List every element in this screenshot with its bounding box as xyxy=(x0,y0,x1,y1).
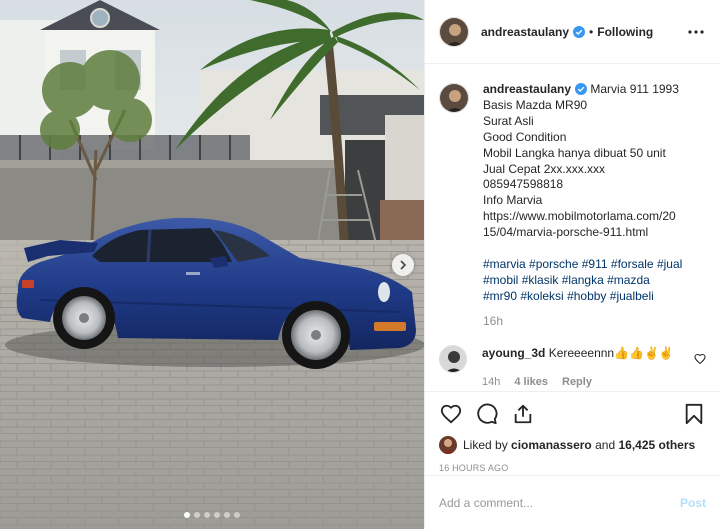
header-separator: • xyxy=(589,24,594,39)
caption-link: 15/04/marvia-porsche-911.html xyxy=(483,225,649,240)
hashtag-line: #marvia #porsche #911 #forsale #jual xyxy=(483,257,682,273)
verified-badge-icon xyxy=(573,25,586,38)
header-username[interactable]: andreastaulany xyxy=(481,25,569,39)
avatar[interactable] xyxy=(439,83,469,113)
comment-likes[interactable]: 4 likes xyxy=(514,374,548,390)
post-actions: Liked by ciomanassero and 16,425 others … xyxy=(425,391,720,529)
share-button[interactable] xyxy=(511,402,535,426)
comment-username[interactable]: ayoung_3d xyxy=(482,346,545,360)
carousel-dot xyxy=(194,512,200,518)
caption-line: Good Condition xyxy=(483,129,567,144)
chevron-right-icon xyxy=(400,260,407,270)
caption: andreastaulany Marvia 911 1993 Basis Maz… xyxy=(439,82,706,330)
action-icons xyxy=(425,392,720,436)
next-slide-button[interactable] xyxy=(392,254,414,276)
caption-line: Marvia 911 1993 xyxy=(590,82,679,96)
caption-line: Surat Asli xyxy=(483,113,534,128)
hashtag-link[interactable]: #forsale xyxy=(611,257,654,271)
carousel-dot xyxy=(224,512,230,518)
hashtag-link[interactable]: #koleksi xyxy=(520,289,563,303)
comment-item: ayoung_3d Kereeeennn👍👍✌✌ 14h 4 likes Rep… xyxy=(439,344,706,390)
carousel-dot xyxy=(184,512,190,518)
post-date[interactable]: 16 HOURS AGO xyxy=(425,454,720,473)
liker-username[interactable]: ciomanassero xyxy=(511,438,592,452)
post-photo[interactable] xyxy=(0,0,424,529)
hashtag-link[interactable]: #hobby xyxy=(567,289,606,303)
save-button[interactable] xyxy=(682,402,706,426)
post-comment-button[interactable]: Post xyxy=(680,496,706,510)
hashtag-link[interactable]: #911 xyxy=(582,257,608,271)
following-button[interactable]: Following xyxy=(597,25,653,39)
heart-icon xyxy=(440,404,462,424)
comment-body: ayoung_3d Kereeeennn👍👍✌✌ 14h 4 likes Rep… xyxy=(482,345,674,390)
likes-count[interactable]: 16,425 others xyxy=(618,438,695,452)
carousel-dot xyxy=(204,512,210,518)
carousel-dot xyxy=(234,512,240,518)
caption-line: Info Marvia xyxy=(483,193,543,208)
caption-link: https://www.mobilmotorlama.com/20 xyxy=(483,209,676,224)
more-options-icon xyxy=(688,29,704,34)
hashtags: #marvia #porsche #911 #forsale #jual #mob… xyxy=(483,257,682,305)
comment-input[interactable] xyxy=(439,495,672,510)
caption-line: Basis Mazda MR90 xyxy=(483,97,588,112)
carousel-dot xyxy=(214,512,220,518)
comment-button[interactable] xyxy=(475,402,499,426)
caption-timestamp[interactable]: 16h xyxy=(483,314,682,330)
likes-summary: Liked by ciomanassero and 16,425 others xyxy=(425,436,720,454)
car-photo-image xyxy=(0,0,424,529)
hashtag-link[interactable]: #jualbeli xyxy=(610,289,654,303)
hashtag-line: #mobil #klasik #langka #mazda xyxy=(483,273,682,289)
hashtag-link[interactable]: #mr90 xyxy=(483,289,517,303)
post-header: andreastaulany • Following xyxy=(425,0,720,64)
caption-line: Jual Cepat 2xx.xxx.xxx xyxy=(483,161,606,176)
more-options-button[interactable] xyxy=(686,22,706,42)
hashtag-link[interactable]: #mobil xyxy=(483,273,518,287)
post-details-panel: andreastaulany • Following andreastaulan… xyxy=(424,0,720,529)
comment-bubble-icon xyxy=(477,403,498,425)
bookmark-icon xyxy=(685,403,703,425)
add-comment-bar: Post xyxy=(425,475,720,529)
caption-username[interactable]: andreastaulany xyxy=(483,82,571,96)
comment-meta: 14h 4 likes Reply xyxy=(482,374,674,390)
share-icon xyxy=(514,404,532,424)
hashtag-line: #mr90 #koleksi #hobby #jualbeli xyxy=(483,289,682,305)
carousel-dots xyxy=(0,512,424,518)
caption-line: Mobil Langka hanya dibuat 50 unit xyxy=(483,145,666,160)
reply-button[interactable]: Reply xyxy=(562,374,592,390)
hashtag-link[interactable]: #mazda xyxy=(607,273,650,287)
like-button[interactable] xyxy=(439,402,463,426)
hashtag-link[interactable]: #langka xyxy=(562,273,604,287)
comments-list[interactable]: andreastaulany Marvia 911 1993 Basis Maz… xyxy=(425,64,720,391)
verified-badge-icon xyxy=(575,83,588,95)
hashtag-link[interactable]: #jual xyxy=(657,257,682,271)
caption-text: andreastaulany Marvia 911 1993 Basis Maz… xyxy=(483,82,682,330)
hashtag-link[interactable]: #klasik xyxy=(522,273,559,287)
caption-line: 085947598818 xyxy=(483,177,564,192)
comment-timestamp[interactable]: 14h xyxy=(482,374,500,390)
likes-prefix: Liked by xyxy=(463,438,508,452)
liker-avatar[interactable] xyxy=(439,436,457,454)
hashtag-link[interactable]: #porsche xyxy=(529,257,578,271)
comment-text: Kereeeennn👍👍✌✌ xyxy=(548,345,674,360)
avatar[interactable] xyxy=(439,344,467,373)
comment-like-heart-icon[interactable] xyxy=(694,353,706,365)
hashtag-link[interactable]: #marvia xyxy=(483,257,526,271)
likes-connector: and xyxy=(595,438,616,452)
avatar[interactable] xyxy=(439,16,469,47)
